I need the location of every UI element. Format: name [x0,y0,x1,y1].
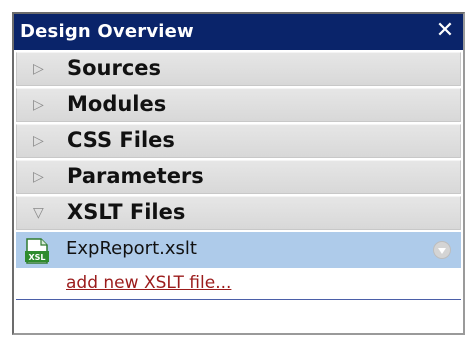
xsl-icon-text: XSL [28,253,45,262]
design-overview-panel: Design Overview ✕ ▷ Sources ▷ Modules ▷ … [12,12,465,335]
add-new-xslt-link[interactable]: add new XSLT file... [66,273,231,293]
section-modules[interactable]: ▷ Modules [16,88,461,122]
section-css-files[interactable]: ▷ CSS Files [16,124,461,158]
panel-title-bar: Design Overview ✕ [14,14,463,50]
sections-list: ▷ Sources ▷ Modules ▷ CSS Files ▷ Parame… [14,50,463,300]
section-label: Modules [67,92,167,116]
section-label: Parameters [67,164,204,188]
section-label: CSS Files [67,128,175,152]
panel-title: Design Overview [20,21,194,42]
add-xslt-row: add new XSLT file... [16,268,461,300]
xslt-file-row[interactable]: XSL ExpReport.xslt [16,232,461,268]
collapsed-triangle-icon: ▷ [33,97,44,113]
section-parameters[interactable]: ▷ Parameters [16,160,461,194]
section-label: XSLT Files [67,200,186,224]
collapsed-triangle-icon: ▷ [33,133,44,149]
section-label: Sources [67,56,162,80]
dropdown-circle-icon[interactable] [433,241,451,259]
section-xslt-files[interactable]: ▽ XSLT Files [16,196,461,230]
xsl-file-icon: XSL [25,238,49,264]
collapsed-triangle-icon: ▷ [33,169,44,185]
section-sources[interactable]: ▷ Sources [16,52,461,86]
xslt-file-name: ExpReport.xslt [66,238,197,259]
close-icon[interactable]: ✕ [433,18,457,44]
expanded-triangle-icon: ▽ [33,205,44,221]
collapsed-triangle-icon: ▷ [33,61,44,77]
